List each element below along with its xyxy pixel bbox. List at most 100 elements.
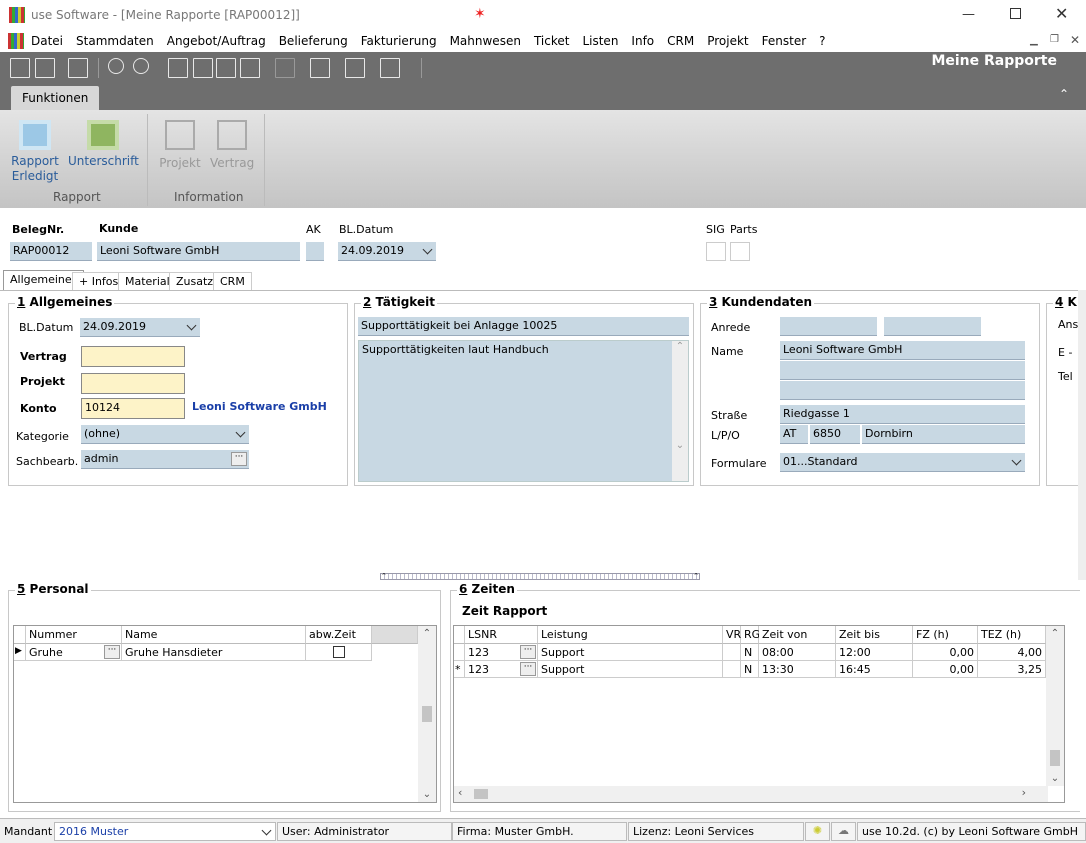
zeit-fz[interactable]: 0,00 bbox=[913, 661, 978, 678]
zeit-bis[interactable]: 12:00 bbox=[836, 644, 913, 661]
col-name[interactable]: Name bbox=[122, 626, 306, 644]
zeit-bis[interactable]: 16:45 bbox=[836, 661, 913, 678]
col-zeit-von[interactable]: Zeit von bbox=[759, 626, 836, 644]
strasse-field[interactable]: Riedgasse 1 bbox=[780, 405, 1025, 424]
print-icon[interactable] bbox=[68, 58, 88, 78]
header-bldatum-field[interactable]: 24.09.2019 bbox=[338, 242, 436, 261]
edit-icon[interactable] bbox=[10, 58, 30, 78]
first-record-icon[interactable] bbox=[168, 58, 188, 78]
kunde-field[interactable]: Leoni Software GmbH bbox=[97, 242, 300, 261]
menu-help[interactable]: ? bbox=[819, 34, 825, 48]
col-rg[interactable]: RG bbox=[741, 626, 760, 644]
menu-crm[interactable]: CRM bbox=[667, 34, 694, 48]
zeiten-vscrollbar[interactable]: ⌃ ⌄ bbox=[1046, 626, 1064, 786]
delete-icon[interactable] bbox=[310, 58, 330, 78]
menu-ticket[interactable]: Ticket bbox=[534, 34, 570, 48]
col-leistung[interactable]: Leistung bbox=[538, 626, 723, 644]
mdi-restore-button[interactable]: ❐ bbox=[1050, 34, 1059, 45]
refresh-icon[interactable] bbox=[133, 58, 149, 74]
mdi-minimize-button[interactable]: ▁ bbox=[1030, 35, 1038, 46]
zeit-fz[interactable]: 0,00 bbox=[913, 644, 978, 661]
zeit-von[interactable]: 08:00 bbox=[759, 644, 836, 661]
textarea-scrollbar[interactable]: ⌃ ⌄ bbox=[672, 341, 688, 481]
zeit-vr[interactable] bbox=[723, 661, 741, 678]
lsnr-lookup-button[interactable]: ··· bbox=[520, 662, 536, 676]
menu-stammdaten[interactable]: Stammdaten bbox=[76, 34, 154, 48]
menu-fakturierung[interactable]: Fakturierung bbox=[361, 34, 437, 48]
zeit-leistung[interactable]: Support bbox=[538, 661, 723, 678]
splitter-handle[interactable]: ⌃ ⌃ bbox=[380, 573, 700, 580]
ort-field[interactable]: Dornbirn bbox=[862, 425, 1025, 444]
zeit-von[interactable]: 13:30 bbox=[759, 661, 836, 678]
mdi-close-button[interactable]: ✕ bbox=[1070, 33, 1080, 47]
col-abwzeit[interactable]: abw.Zeit bbox=[306, 626, 372, 644]
cancel-icon[interactable] bbox=[345, 58, 365, 78]
menu-info[interactable]: Info bbox=[631, 34, 654, 48]
close-button[interactable]: ✕ bbox=[1055, 4, 1068, 23]
col-nummer[interactable]: Nummer bbox=[26, 626, 122, 644]
personal-name[interactable]: Gruhe Hansdieter bbox=[122, 644, 306, 661]
lsnr-lookup-button[interactable]: ··· bbox=[520, 645, 536, 659]
ribbon-collapse-icon[interactable]: ⌃ bbox=[1059, 87, 1069, 101]
ribbon-tab-funktionen[interactable]: Funktionen bbox=[11, 86, 100, 110]
taetigkeit-subject-field[interactable]: Supporttätigkeit bei Anlagge 10025 bbox=[358, 317, 689, 336]
maximize-button[interactable] bbox=[1010, 8, 1021, 19]
name-field-3[interactable] bbox=[780, 381, 1025, 400]
zeit-tez[interactable]: 3,25 bbox=[978, 661, 1046, 678]
menu-mahnwesen[interactable]: Mahnwesen bbox=[450, 34, 521, 48]
bldatum-field[interactable]: 24.09.2019 bbox=[80, 318, 200, 337]
col-tez[interactable]: TEZ (h) bbox=[978, 626, 1046, 644]
menu-listen[interactable]: Listen bbox=[582, 34, 618, 48]
plz-field[interactable]: 6850 bbox=[810, 425, 860, 444]
anrede-field[interactable] bbox=[780, 317, 877, 336]
last-record-icon[interactable] bbox=[240, 58, 260, 78]
sachbearb-field[interactable]: admin bbox=[81, 450, 249, 469]
col-fz[interactable]: FZ (h) bbox=[913, 626, 978, 644]
minimize-button[interactable]: — bbox=[962, 7, 975, 22]
mandant-select[interactable]: 2016 Muster bbox=[54, 822, 276, 841]
prev-record-icon[interactable] bbox=[193, 58, 213, 78]
projekt-field[interactable] bbox=[81, 373, 185, 394]
next-record-icon[interactable] bbox=[216, 58, 236, 78]
menu-fenster[interactable]: Fenster bbox=[762, 34, 807, 48]
land-field[interactable]: AT bbox=[780, 425, 808, 444]
kategorie-select[interactable]: (ohne) bbox=[81, 425, 249, 444]
search-icon[interactable] bbox=[108, 58, 124, 74]
menu-projekt[interactable]: Projekt bbox=[707, 34, 748, 48]
col-lsnr[interactable]: LSNR bbox=[465, 626, 538, 644]
zeit-rg[interactable]: N bbox=[741, 644, 759, 661]
zeit-leistung[interactable]: Support bbox=[538, 644, 723, 661]
col-zeit-bis[interactable]: Zeit bis bbox=[836, 626, 913, 644]
name-field-2[interactable] bbox=[780, 361, 1025, 380]
titel-field[interactable] bbox=[884, 317, 981, 336]
unterschrift-button[interactable]: Unterschrift bbox=[68, 120, 139, 168]
zeit-tez[interactable]: 4,00 bbox=[978, 644, 1046, 661]
nummer-lookup-button[interactable]: ··· bbox=[104, 645, 120, 659]
konto-field[interactable]: 10124 bbox=[81, 398, 185, 419]
tab-crm[interactable]: CRM bbox=[213, 272, 252, 291]
abwzeit-checkbox[interactable] bbox=[332, 646, 345, 658]
connection-icon[interactable]: ☁ bbox=[831, 822, 856, 841]
notification-icon[interactable]: ✺ bbox=[805, 822, 830, 841]
right-scrollbar[interactable] bbox=[1078, 290, 1086, 580]
menu-datei[interactable]: Datei bbox=[31, 34, 63, 48]
zeiten-hscrollbar[interactable]: ‹ › bbox=[454, 786, 1048, 802]
col-vr[interactable]: VR bbox=[723, 626, 741, 644]
menu-angebot[interactable]: Angebot/Auftrag bbox=[167, 34, 266, 48]
belegnr-field[interactable]: RAP00012 bbox=[10, 242, 92, 261]
sachbearb-lookup-button[interactable]: ··· bbox=[231, 452, 247, 466]
personal-abwzeit[interactable] bbox=[306, 644, 372, 661]
ak-field[interactable] bbox=[306, 242, 324, 261]
taetigkeit-text-area[interactable]: Supporttätigkeiten laut Handbuch ⌃ ⌄ bbox=[358, 340, 689, 482]
more-icon[interactable] bbox=[380, 58, 400, 78]
zeit-rg[interactable]: N bbox=[741, 661, 759, 678]
rapport-erledigt-button[interactable]: Rapport Erledigt bbox=[8, 120, 62, 184]
save-icon[interactable] bbox=[35, 58, 55, 78]
vertrag-field[interactable] bbox=[81, 346, 185, 367]
tab-material[interactable]: Material bbox=[118, 272, 177, 291]
personal-scrollbar[interactable]: ⌃ ⌄ bbox=[418, 626, 436, 802]
zeit-vr[interactable] bbox=[723, 644, 741, 661]
parts-field[interactable] bbox=[730, 242, 750, 261]
formulare-select[interactable]: 01...Standard bbox=[780, 453, 1025, 472]
menu-belieferung[interactable]: Belieferung bbox=[279, 34, 348, 48]
